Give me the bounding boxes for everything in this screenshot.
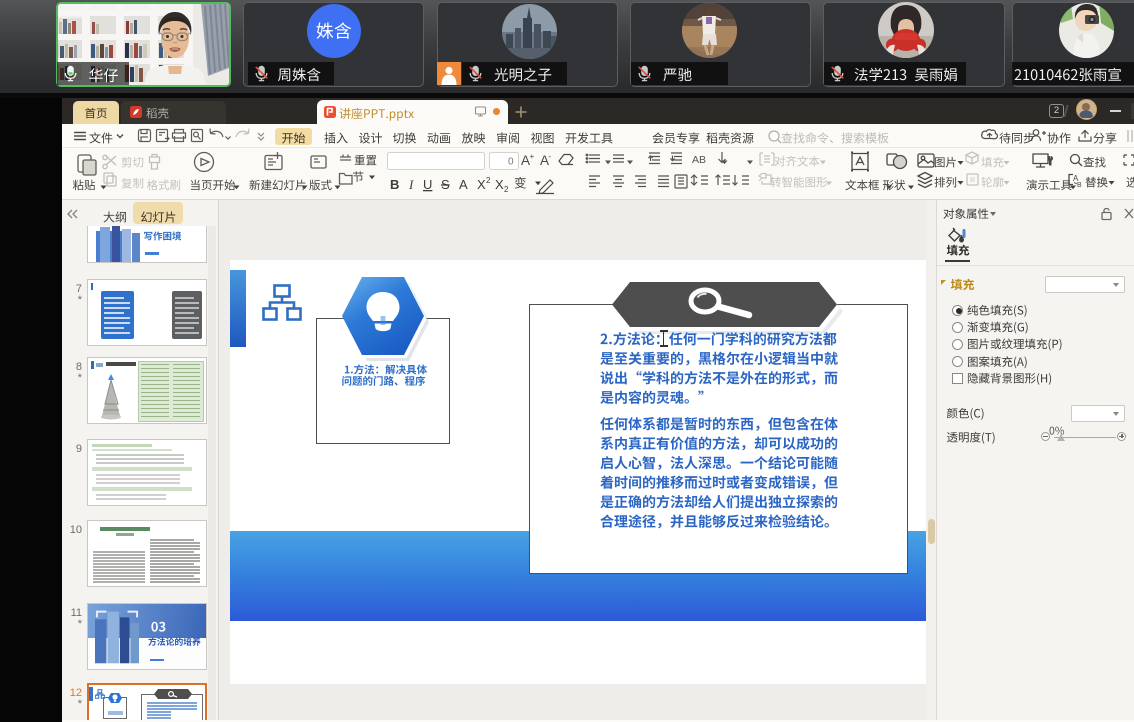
svg-text:2: 2 [486,176,491,185]
svg-text:-: - [549,152,552,161]
svg-text:B: B [390,177,399,192]
svg-text:AB: AB [692,154,706,166]
svg-text:X: X [495,177,504,192]
svg-text:X: X [477,177,486,192]
svg-text:2: 2 [504,185,509,194]
svg-text:S: S [441,177,450,192]
svg-text:B: B [1077,182,1082,189]
svg-text:+: + [530,152,535,161]
svg-text:A: A [459,177,468,192]
svg-text:I: I [408,177,414,192]
svg-text:0: 0 [508,157,514,168]
svg-text:U: U [423,177,432,192]
